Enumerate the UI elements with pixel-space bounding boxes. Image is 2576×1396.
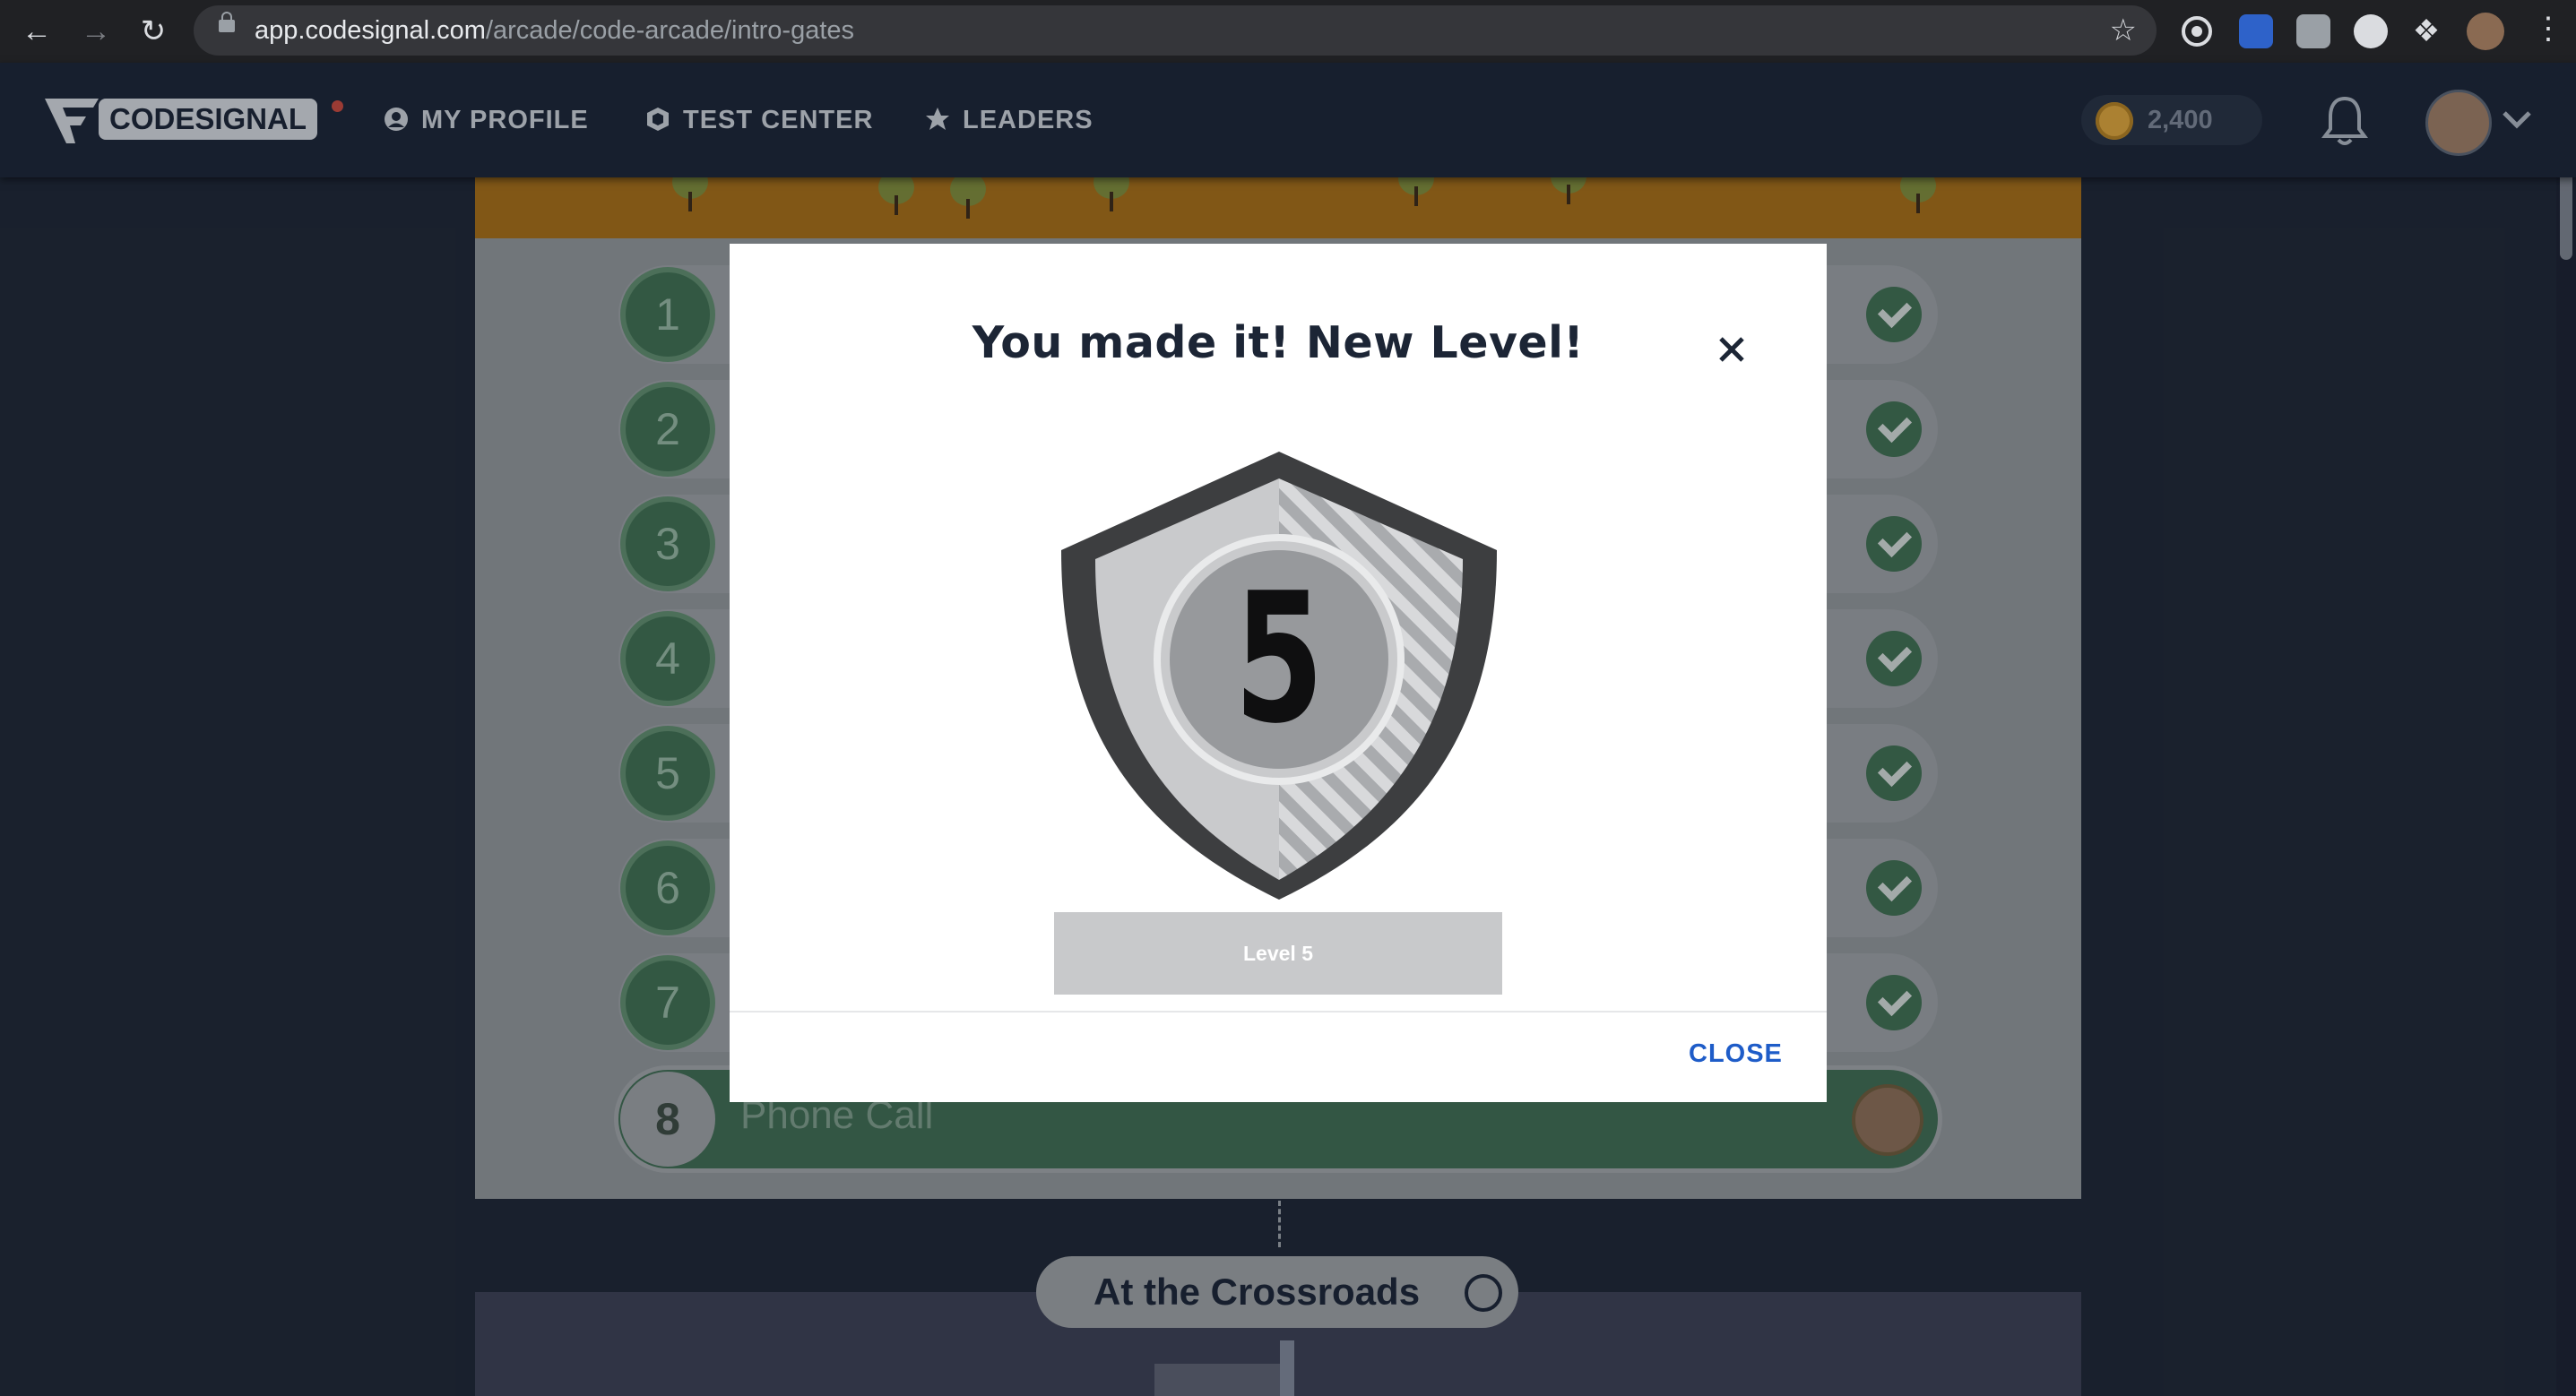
level-up-modal: You made it! New Level! 5 Level 5 CLOSE	[730, 244, 1827, 1102]
forward-icon[interactable]: →	[77, 13, 115, 50]
url-path: /arcade/code-arcade/intro-gates	[485, 16, 855, 45]
extension-blue-icon[interactable]	[2239, 14, 2273, 48]
url-host: app.codesignal.com	[255, 16, 486, 45]
extension-target-icon[interactable]	[2182, 16, 2212, 47]
reload-icon[interactable]: ↻	[134, 13, 172, 50]
extensions-puzzle-icon[interactable]: ❖	[2409, 14, 2443, 48]
extension-gray-icon[interactable]	[2296, 14, 2330, 48]
browser-chrome: ← → ↻ app.codesignal.com/arcade/code-arc…	[0, 0, 2576, 63]
back-icon[interactable]: ←	[18, 13, 56, 50]
extension-chat-icon[interactable]	[2354, 14, 2388, 48]
close-icon[interactable]	[1705, 323, 1759, 376]
url-text[interactable]: app.codesignal.com/arcade/code-arcade/in…	[255, 16, 854, 46]
lock-icon	[219, 12, 235, 32]
address-bar[interactable]: app.codesignal.com/arcade/code-arcade/in…	[194, 5, 2157, 56]
badge-number: 5	[1234, 555, 1324, 763]
level-label-bar: Level 5	[1054, 912, 1502, 995]
browser-menu-icon[interactable]: ⋮	[2533, 11, 2563, 47]
browser-profile-avatar[interactable]	[2467, 13, 2504, 50]
bookmark-star-icon[interactable]: ☆	[2110, 13, 2137, 48]
level-shield-badge-icon: 5	[1061, 452, 1497, 900]
modal-divider	[730, 1011, 1827, 1013]
modal-title: You made it! New Level!	[972, 317, 1585, 368]
close-button[interactable]: CLOSE	[1689, 1039, 1783, 1069]
